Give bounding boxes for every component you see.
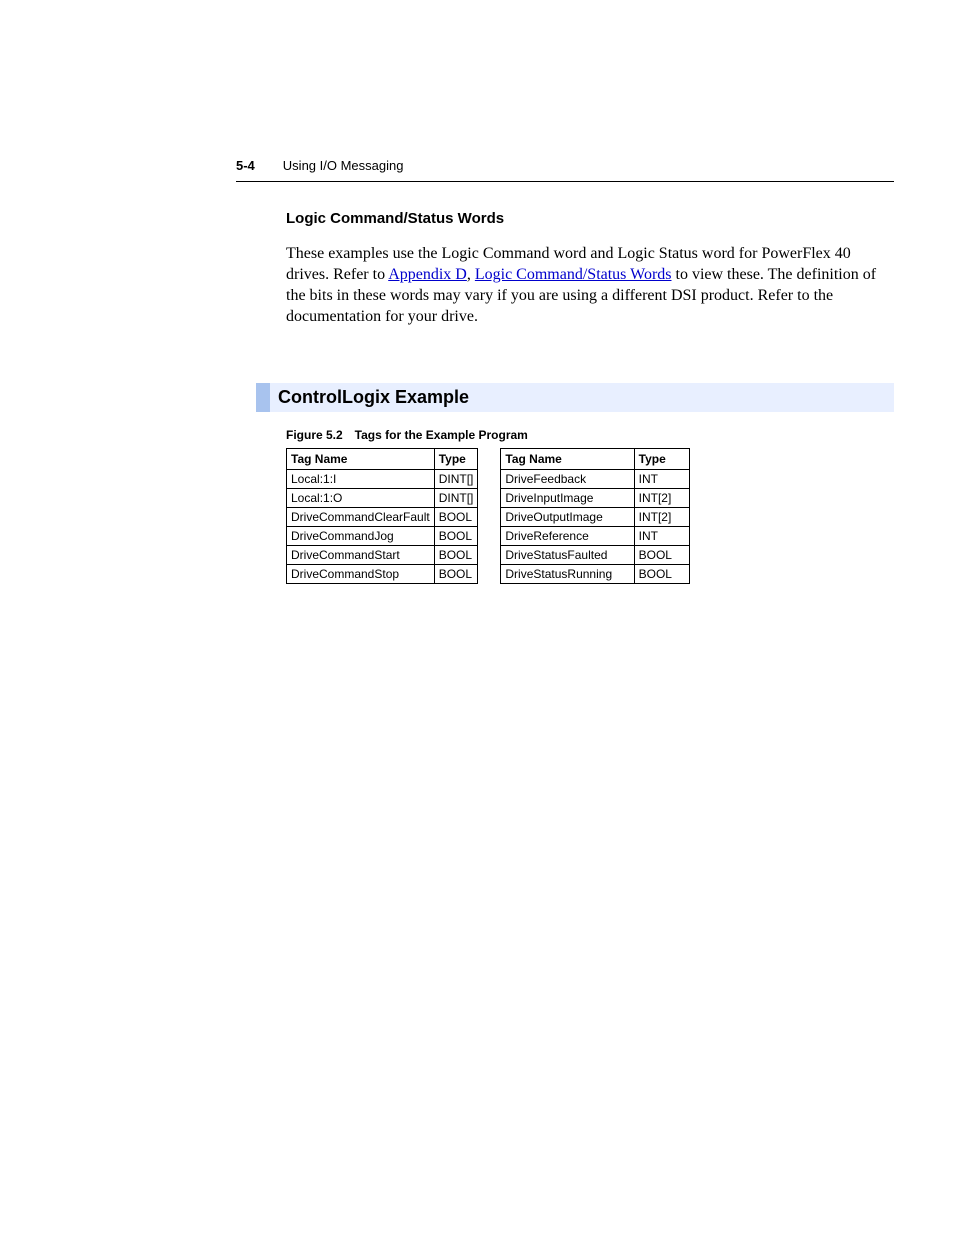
cell-tagname: DriveReference — [501, 527, 634, 546]
cell-type: INT — [634, 470, 690, 489]
col-header-tagname: Tag Name — [501, 449, 634, 470]
text-run: , — [467, 266, 475, 283]
cell-tagname: DriveFeedback — [501, 470, 634, 489]
cell-type: BOOL — [634, 565, 690, 584]
cell-tagname: DriveInputImage — [501, 489, 634, 508]
table-row: DriveStatusFaultedBOOL — [501, 546, 690, 565]
link-logic-words[interactable]: Logic Command/Status Words — [475, 266, 672, 283]
cell-tagname: DriveCommandClearFault — [287, 508, 435, 527]
cell-type: BOOL — [434, 527, 478, 546]
figure-caption: Figure 5.2 Tags for the Example Program — [286, 428, 884, 442]
cell-type: INT — [634, 527, 690, 546]
cell-tagname: DriveCommandJog — [287, 527, 435, 546]
cell-type: BOOL — [634, 546, 690, 565]
table-row: DriveFeedbackINT — [501, 470, 690, 489]
cell-type: BOOL — [434, 546, 478, 565]
body-paragraph: These examples use the Logic Command wor… — [286, 243, 884, 327]
table-row: DriveCommandStopBOOL — [287, 565, 478, 584]
page-header: 5-4 Using I/O Messaging — [236, 158, 894, 173]
cell-tagname: DriveStatusFaulted — [501, 546, 634, 565]
cell-tagname: DriveOutputImage — [501, 508, 634, 527]
table-row: DriveCommandJogBOOL — [287, 527, 478, 546]
cell-tagname: DriveStatusRunning — [501, 565, 634, 584]
col-header-type: Type — [634, 449, 690, 470]
table-row: DriveCommandStartBOOL — [287, 546, 478, 565]
table-row: DriveReferenceINT — [501, 527, 690, 546]
cell-tagname: Local:1:I — [287, 470, 435, 489]
subsection-heading: Logic Command/Status Words — [286, 210, 884, 227]
tables-container: Tag Name Type Local:1:IDINT[]Local:1:ODI… — [286, 448, 884, 584]
header-title: Using I/O Messaging — [283, 158, 404, 173]
col-header-tagname: Tag Name — [287, 449, 435, 470]
link-appendix-d[interactable]: Appendix D — [388, 266, 467, 283]
cell-type: BOOL — [434, 565, 478, 584]
section-title: ControlLogix Example — [256, 383, 894, 412]
table-row: DriveInputImageINT[2] — [501, 489, 690, 508]
table-row: DriveOutputImageINT[2] — [501, 508, 690, 527]
tag-table-right: Tag Name Type DriveFeedbackINTDriveInput… — [500, 448, 690, 584]
table-row: Local:1:IDINT[] — [287, 470, 478, 489]
cell-type: DINT[] — [434, 470, 478, 489]
cell-tagname: DriveCommandStart — [287, 546, 435, 565]
header-rule — [236, 181, 894, 182]
cell-type: BOOL — [434, 508, 478, 527]
cell-type: INT[2] — [634, 508, 690, 527]
cell-type: INT[2] — [634, 489, 690, 508]
page-number: 5-4 — [236, 158, 255, 173]
cell-tagname: DriveCommandStop — [287, 565, 435, 584]
cell-type: DINT[] — [434, 489, 478, 508]
table-row: DriveCommandClearFaultBOOL — [287, 508, 478, 527]
table-row: Local:1:ODINT[] — [287, 489, 478, 508]
cell-tagname: Local:1:O — [287, 489, 435, 508]
col-header-type: Type — [434, 449, 478, 470]
table-row: DriveStatusRunningBOOL — [501, 565, 690, 584]
tag-table-left: Tag Name Type Local:1:IDINT[]Local:1:ODI… — [286, 448, 478, 584]
